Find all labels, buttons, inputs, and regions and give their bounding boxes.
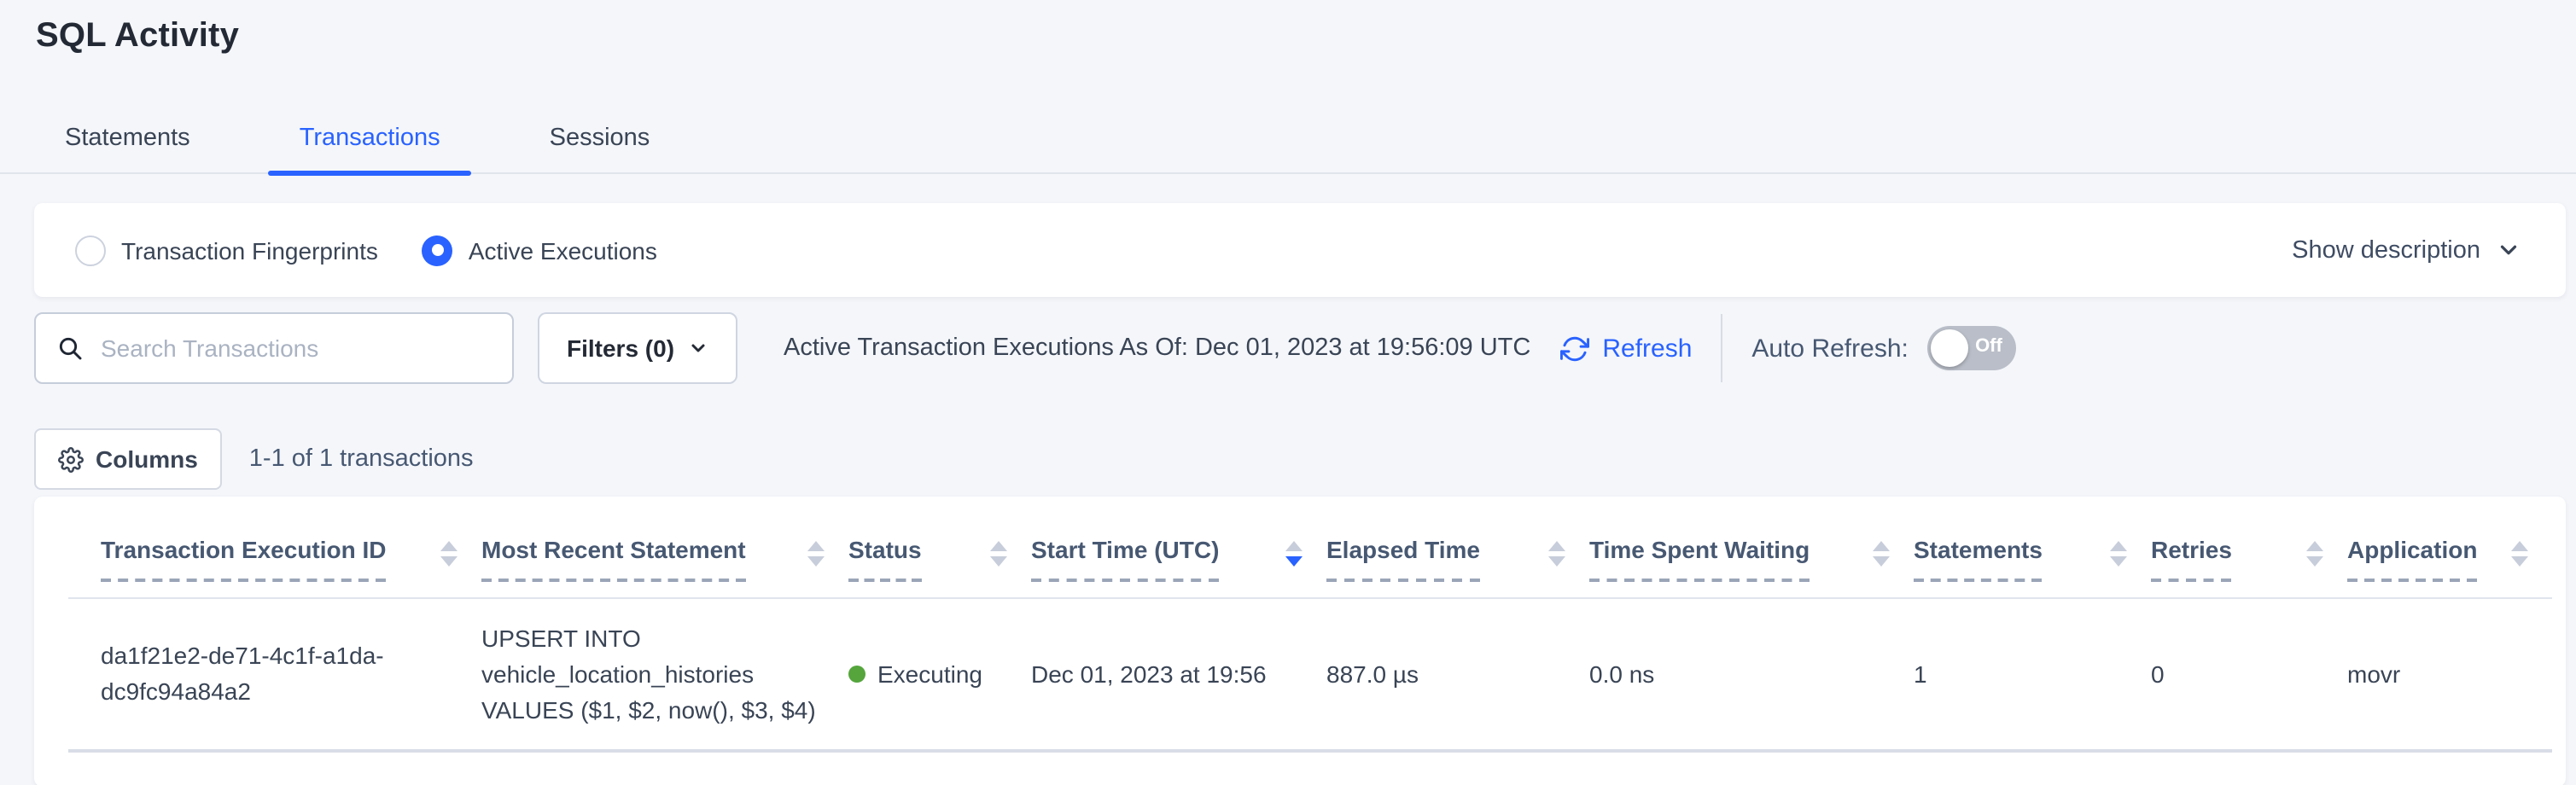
column-header-start-time[interactable]: Start Time (UTC) <box>1031 536 1326 582</box>
search-icon <box>56 334 84 362</box>
sql-activity-page: SQL Activity Statements Transactions Ses… <box>0 0 2576 785</box>
sort-icon <box>2110 541 2127 567</box>
auto-refresh-label: Auto Refresh: <box>1751 334 1908 363</box>
show-description-label: Show description <box>2292 236 2480 264</box>
row-divider <box>68 749 2552 753</box>
refresh-label: Refresh <box>1602 334 1692 363</box>
cell-status: Executing <box>848 656 1031 692</box>
table-toolbar: Columns 1-1 of 1 transactions <box>34 428 2566 490</box>
vertical-divider <box>1721 314 1722 382</box>
view-mode-card: Transaction Fingerprints Active Executio… <box>34 203 2566 297</box>
filters-label: Filters (0) <box>567 334 674 362</box>
column-header-statements[interactable]: Statements <box>1914 536 2151 582</box>
column-header-retries[interactable]: Retries <box>2151 536 2347 582</box>
status-label: Executing <box>877 656 982 692</box>
tab-transactions[interactable]: Transactions <box>269 119 471 172</box>
column-header-application[interactable]: Application <box>2347 536 2552 582</box>
column-header-status[interactable]: Status <box>848 536 1031 582</box>
gear-icon <box>58 446 84 472</box>
result-count: 1-1 of 1 transactions <box>249 445 474 473</box>
sort-icon <box>1548 541 1565 567</box>
radio-active-executions[interactable]: Active Executions <box>423 235 657 265</box>
table-row: da1f21e2-de71-4c1f-a1da- dc9fc94a84a2 UP… <box>34 599 2566 749</box>
sort-icon <box>440 541 458 567</box>
cell-most-recent-statement[interactable]: UPSERT INTO vehicle_location_histories V… <box>481 620 848 728</box>
radio-unselected-icon[interactable] <box>75 235 106 265</box>
table-header-row: Transaction Execution ID Most Recent Sta… <box>34 497 2566 582</box>
column-header-transaction-execution-id[interactable]: Transaction Execution ID <box>101 536 481 582</box>
cell-application: movr <box>2347 656 2552 692</box>
cell-start-time: Dec 01, 2023 at 19:56 <box>1031 656 1326 692</box>
sort-icon <box>807 541 825 567</box>
chevron-down-icon <box>2496 237 2521 263</box>
radio-selected-icon[interactable] <box>423 235 453 265</box>
sort-icon <box>1873 541 1890 567</box>
tab-bar: Statements Transactions Sessions <box>0 119 2576 174</box>
tab-statements[interactable]: Statements <box>34 119 221 172</box>
cell-time-spent-waiting: 0.0 ns <box>1589 656 1914 692</box>
auto-refresh-toggle[interactable]: Off <box>1927 326 2016 370</box>
sort-icon <box>2306 541 2323 567</box>
cell-transaction-execution-id[interactable]: da1f21e2-de71-4c1f-a1da- dc9fc94a84a2 <box>101 638 481 710</box>
columns-label: Columns <box>96 445 198 473</box>
cell-elapsed-time: 887.0 µs <box>1326 656 1589 692</box>
refresh-button[interactable]: Refresh <box>1559 334 1692 363</box>
chevron-down-icon <box>688 338 708 358</box>
cell-statements: 1 <box>1914 656 2151 692</box>
sort-icon <box>990 541 1007 567</box>
toggle-knob <box>1931 329 1968 367</box>
column-header-most-recent-statement[interactable]: Most Recent Statement <box>481 536 848 582</box>
toggle-state-label: Off <box>1975 336 2002 357</box>
show-description-button[interactable]: Show description <box>2292 236 2521 264</box>
sort-icon <box>2511 541 2528 567</box>
search-box[interactable] <box>34 312 514 384</box>
search-input[interactable] <box>101 334 492 362</box>
cell-retries: 0 <box>2151 656 2347 692</box>
column-header-elapsed-time[interactable]: Elapsed Time <box>1326 536 1589 582</box>
as-of-timestamp: Active Transaction Executions As Of: Dec… <box>784 334 1530 362</box>
tab-sessions[interactable]: Sessions <box>519 119 681 172</box>
radio-label: Active Executions <box>469 236 657 264</box>
columns-button[interactable]: Columns <box>34 428 222 490</box>
radio-label: Transaction Fingerprints <box>121 236 378 264</box>
refresh-icon <box>1559 334 1588 363</box>
page-title: SQL Activity <box>36 17 2576 56</box>
controls-row: Filters (0) Active Transaction Execution… <box>34 312 2566 384</box>
status-executing-dot-icon <box>848 666 865 683</box>
transactions-table: Transaction Execution ID Most Recent Sta… <box>34 497 2566 785</box>
filters-button[interactable]: Filters (0) <box>538 312 737 384</box>
sort-icon-descending-active <box>1285 541 1303 567</box>
radio-transaction-fingerprints[interactable]: Transaction Fingerprints <box>75 235 378 265</box>
column-header-time-spent-waiting[interactable]: Time Spent Waiting <box>1589 536 1914 582</box>
